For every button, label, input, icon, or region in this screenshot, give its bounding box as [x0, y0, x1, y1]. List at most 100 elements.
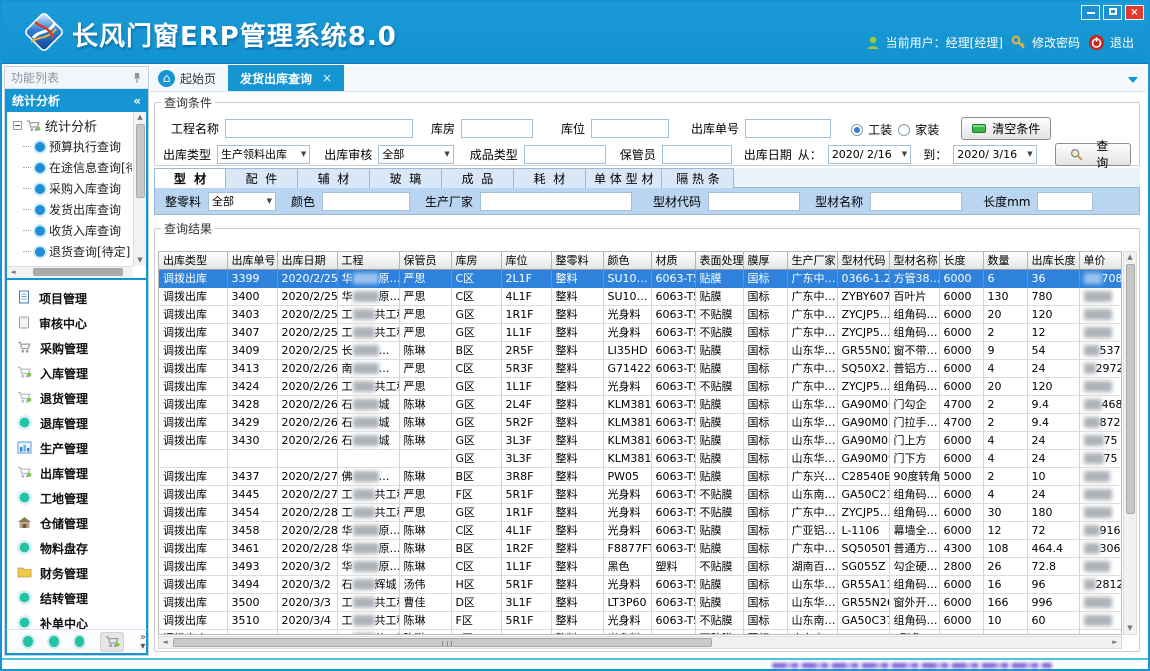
module-dot-icon[interactable] [49, 636, 59, 647]
table-row[interactable]: 调拨出库34282020/2/26石城陈琳G区2L4F整料KLM38176063… [159, 395, 1122, 413]
close-button[interactable]: × [1125, 5, 1144, 20]
column-header-17[interactable]: 出库长度 [1027, 252, 1079, 269]
column-header-8[interactable]: 颜色 [603, 252, 651, 269]
cart-module-button[interactable] [100, 632, 123, 652]
radio-jiazhuang[interactable]: 家装 [898, 119, 939, 138]
radio-unselected-icon[interactable] [898, 124, 910, 136]
scroll-down-icon[interactable]: ▼ [134, 255, 146, 266]
tree-item-5[interactable]: 退货查询[待定] [9, 241, 132, 262]
tree-item-3[interactable]: 发货出库查询 [9, 199, 132, 220]
table-row[interactable]: 调拨出库34242020/2/26工共工程严思G区1L1F整料光身料6063-T… [159, 377, 1122, 395]
date-to-picker[interactable]: 2020/ 3/16▼ [953, 145, 1036, 164]
column-header-13[interactable]: 型材代码 [837, 252, 889, 269]
column-header-16[interactable]: 数量 [983, 252, 1027, 269]
sidebar-item-5[interactable]: 退库管理 [7, 411, 146, 436]
table-row[interactable]: 调拨出库34942020/3/2石辉城汤伟H区5R1F整料光身料6063-T5贴… [159, 575, 1122, 593]
table-row[interactable]: 调拨出库34072020/2/25工共工程严思G区1L1F整料光身料6063-T… [159, 323, 1122, 341]
column-header-6[interactable]: 库位 [501, 252, 551, 269]
table-row[interactable]: 调拨出库34032020/2/25工共工程严思G区1R1F整料光身料6063-T… [159, 305, 1122, 323]
column-header-1[interactable]: 出库单号 [227, 252, 277, 269]
table-row[interactable]: 调拨出库35102020/3/4工共工程陈琳F区5R1F整料光身料6063-T5… [159, 611, 1122, 629]
search-button[interactable]: 查 询 [1055, 143, 1131, 166]
column-header-5[interactable]: 库房 [451, 252, 501, 269]
pin-icon[interactable] [132, 72, 142, 84]
material-tab-0[interactable]: 型 材 [154, 168, 226, 188]
tree-horizontal-scrollbar[interactable]: ◄ ► [7, 266, 133, 278]
table-row[interactable]: 调拨出库34452020/2/27工共工程严思F区5R1F整料光身料6063-T… [159, 485, 1122, 503]
column-header-7[interactable]: 整零料 [551, 252, 603, 269]
column-header-12[interactable]: 生产厂家 [787, 252, 837, 269]
column-header-18[interactable]: 单价 [1079, 252, 1122, 269]
clear-conditions-button[interactable]: 清空条件 [961, 117, 1051, 140]
scrollbar-thumb[interactable] [136, 124, 145, 198]
profile-name-input[interactable] [870, 192, 962, 211]
location-input[interactable] [591, 119, 669, 138]
length-input[interactable] [1037, 192, 1093, 211]
color-input[interactable] [322, 192, 410, 211]
table-row[interactable]: 调拨出库34092020/2/25长…陈琳B区2R5F整料LI35HD6063-… [159, 341, 1122, 359]
table-row[interactable]: 调拨出库34302020/2/26石城陈琳G区3L3F整料KLM38176063… [159, 431, 1122, 449]
profile-code-input[interactable] [708, 192, 800, 211]
scrollbar-thumb[interactable] [173, 638, 712, 647]
tree-item-1[interactable]: 在途信息查询[待 [9, 157, 132, 178]
tree-root-statistics[interactable]: 统计分析 [9, 114, 132, 136]
sidebar-item-7[interactable]: 出库管理 [7, 461, 146, 486]
scroll-left-icon[interactable]: ◄ [7, 267, 19, 278]
table-row[interactable]: 调拨出库35122020/3/4工共工程陈琳F区1L2F整料光身料6063-T5… [159, 629, 1122, 635]
overflow-menu-button[interactable]: »▾ [140, 633, 146, 651]
module-dot-icon[interactable] [75, 636, 85, 647]
column-header-4[interactable]: 保管员 [399, 252, 451, 269]
logout-button[interactable]: 退出 [1088, 34, 1134, 51]
material-tab-1[interactable]: 配 件 [226, 168, 298, 188]
audit-select[interactable]: 全部▼ [378, 145, 453, 164]
material-tab-6[interactable]: 单 体 型 材 [586, 168, 662, 188]
sidebar-item-11[interactable]: 财务管理 [7, 561, 146, 586]
material-tab-2[interactable]: 辅 材 [298, 168, 370, 188]
column-header-9[interactable]: 材质 [651, 252, 695, 269]
tab-shipment-outbound-query[interactable]: 发货出库查询 × [228, 65, 344, 91]
date-from-picker[interactable]: 2020/ 2/16▼ [828, 145, 911, 164]
module-dot-icon[interactable] [23, 636, 33, 647]
tree-item-0[interactable]: 预算执行查询 [9, 136, 132, 157]
sidebar-item-4[interactable]: 退货管理 [7, 386, 146, 411]
table-row[interactable]: 调拨出库34002020/2/25华原…严思C区4L1F整料SU10…6063-… [159, 287, 1122, 305]
scroll-down-icon[interactable]: ▼ [1124, 623, 1136, 634]
radio-selected-icon[interactable] [851, 124, 863, 136]
warehouse-input[interactable] [461, 119, 533, 138]
sidebar-item-8[interactable]: 工地管理 [7, 486, 146, 511]
material-tab-5[interactable]: 耗 材 [514, 168, 586, 188]
table-row[interactable]: 调拨出库34292020/2/26石城陈琳G区5R2F整料KLM38176063… [159, 413, 1122, 431]
table-row[interactable]: G区3L3F整料KLM38176063-T5贴膜国标山东华…GA90M09.门下… [159, 449, 1122, 467]
material-tab-4[interactable]: 成 品 [442, 168, 514, 188]
radio-gongzhuang[interactable]: 工装 [851, 119, 892, 138]
column-header-0[interactable]: 出库类型 [159, 252, 227, 269]
column-header-10[interactable]: 表面处理 [695, 252, 743, 269]
sidebar-item-2[interactable]: 采购管理 [7, 336, 146, 361]
tab-home[interactable]: ⌂ 起始页 [150, 65, 228, 91]
scroll-left-icon[interactable]: ◄ [159, 637, 171, 648]
column-header-15[interactable]: 长度 [939, 252, 983, 269]
tab-overflow-caret-icon[interactable] [1128, 77, 1138, 83]
column-header-3[interactable]: 工程 [337, 252, 399, 269]
collapse-icon[interactable]: « [133, 94, 141, 108]
scroll-up-icon[interactable]: ▲ [1124, 252, 1136, 263]
sidebar-item-9[interactable]: 仓储管理 [7, 511, 146, 536]
table-row[interactable]: 调拨出库34372020/2/27佛…陈琳B区3R8F整料PW056063-T5… [159, 467, 1122, 485]
scroll-right-icon[interactable]: ► [1109, 637, 1121, 648]
table-row[interactable]: 调拨出库35002020/3/3工共工程曹佳D区3L1F整料LT3P606063… [159, 593, 1122, 611]
product-type-input[interactable] [524, 145, 606, 164]
tab-close-icon[interactable]: × [322, 71, 332, 85]
maximize-button[interactable] [1103, 5, 1122, 20]
column-header-2[interactable]: 出库日期 [277, 252, 337, 269]
project-name-input[interactable] [225, 119, 413, 138]
sidebar-item-1[interactable]: 审核中心 [7, 311, 146, 336]
table-row[interactable]: 调拨出库33992020/2/25华原…严思C区2L1F整料SU10…6063-… [159, 269, 1122, 287]
sidebar-item-13[interactable]: 补单中心 [7, 611, 146, 629]
order-no-input[interactable] [745, 119, 831, 138]
change-password-button[interactable]: 修改密码 [1011, 34, 1080, 51]
table-row[interactable]: 调拨出库34612020/2/28华原…陈琳B区1R2F整料F8877FT606… [159, 539, 1122, 557]
scrollbar-thumb[interactable] [1126, 264, 1135, 514]
sidebar-item-12[interactable]: 结转管理 [7, 586, 146, 611]
material-tab-7[interactable]: 隔 热 条 [662, 168, 734, 188]
tree-item-4[interactable]: 收货入库查询 [9, 220, 132, 241]
